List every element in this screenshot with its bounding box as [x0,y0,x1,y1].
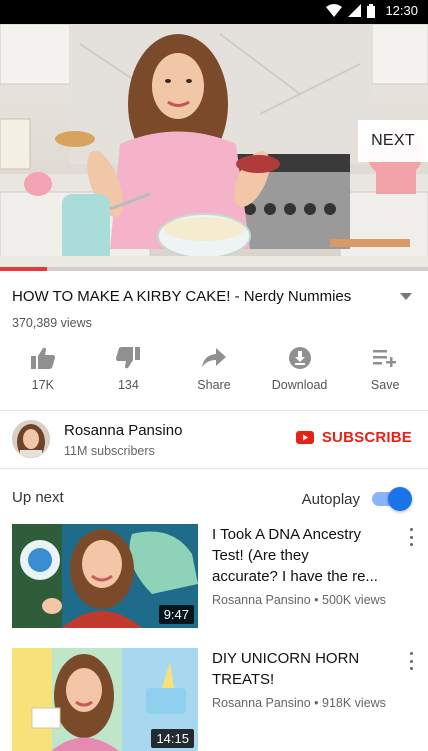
thumbs-up-icon [30,346,55,370]
duration-badge: 9:47 [158,605,194,624]
download-label: Download [271,378,328,392]
autoplay-control: Autoplay [302,487,412,511]
status-icons: 12:30 [326,3,418,18]
share-icon [201,346,226,370]
title-line: Test! (Are they [212,547,309,564]
download-button[interactable]: Download [257,346,343,402]
video-meta: Rosanna Pansino • 918K views [212,696,386,710]
share-button[interactable]: Share [171,346,257,402]
progress-fill [0,267,48,271]
video-title[interactable]: DIY UNICORN HORN TREATS! [212,648,396,690]
title-line: accurate? I have the re... [212,568,378,585]
video-title-row[interactable]: HOW TO MAKE A KIRBY CAKE! - Nerdy Nummie… [12,286,416,306]
video-player[interactable]: NEXT [0,24,428,271]
action-bar: 17K 134 Share Download Save [0,346,428,402]
save-button[interactable]: Save [342,346,428,402]
progress-bar[interactable] [0,267,428,271]
save-label: Save [370,378,400,392]
thumbs-down-icon [116,346,141,370]
download-icon [288,346,312,370]
title-line: TREATS! [212,671,275,688]
like-button[interactable]: 17K [0,346,86,402]
avatar[interactable] [12,420,50,458]
video-meta: Rosanna Pansino • 500K views [212,593,386,607]
video-thumbnail[interactable]: 9:47 [12,524,198,628]
share-label: Share [197,378,231,392]
channel-name[interactable]: Rosanna Pansino [64,422,182,439]
video-thumbnail[interactable]: 14:15 [12,648,198,751]
autoplay-toggle[interactable] [372,487,412,511]
channel-row[interactable]: Rosanna Pansino 11M subscribers SUBSCRIB… [0,412,428,468]
wifi-icon [326,4,343,17]
dislike-button[interactable]: 134 [86,346,172,402]
up-next-label: Up next [12,489,64,506]
video-title[interactable]: I Took A DNA Ancestry Test! (Are they ac… [212,524,396,587]
next-button[interactable]: NEXT [358,120,428,162]
title-line: DIY UNICORN HORN [212,650,360,667]
like-count: 17K [31,378,54,392]
divider [0,468,428,469]
chevron-down-icon[interactable] [396,286,416,306]
status-bar: 12:30 [0,0,428,24]
signal-icon [348,4,362,17]
title-line: I Took A DNA Ancestry [212,526,361,543]
dislike-count: 134 [117,378,139,392]
duration-badge: 14:15 [151,729,194,748]
save-playlist-icon [373,346,397,370]
divider [0,410,428,411]
view-count: 370,389 views [12,316,92,330]
subscribe-button[interactable]: SUBSCRIBE [295,429,412,446]
more-vert-icon[interactable] [408,528,414,546]
clock: 12:30 [385,3,418,18]
list-item[interactable]: 9:47 I Took A DNA Ancestry Test! (Are th… [0,524,428,628]
autoplay-label: Autoplay [301,490,360,508]
battery-icon [367,3,376,18]
video-title: HOW TO MAKE A KIRBY CAKE! - Nerdy Nummie… [12,287,352,305]
subscribe-label: SUBSCRIBE [321,429,412,446]
more-vert-icon[interactable] [408,652,414,670]
youtube-logo-icon [295,431,314,444]
subscriber-count: 11M subscribers [64,444,155,458]
list-item[interactable]: 14:15 DIY UNICORN HORN TREATS! Rosanna P… [0,648,428,751]
toggle-knob [388,487,412,511]
